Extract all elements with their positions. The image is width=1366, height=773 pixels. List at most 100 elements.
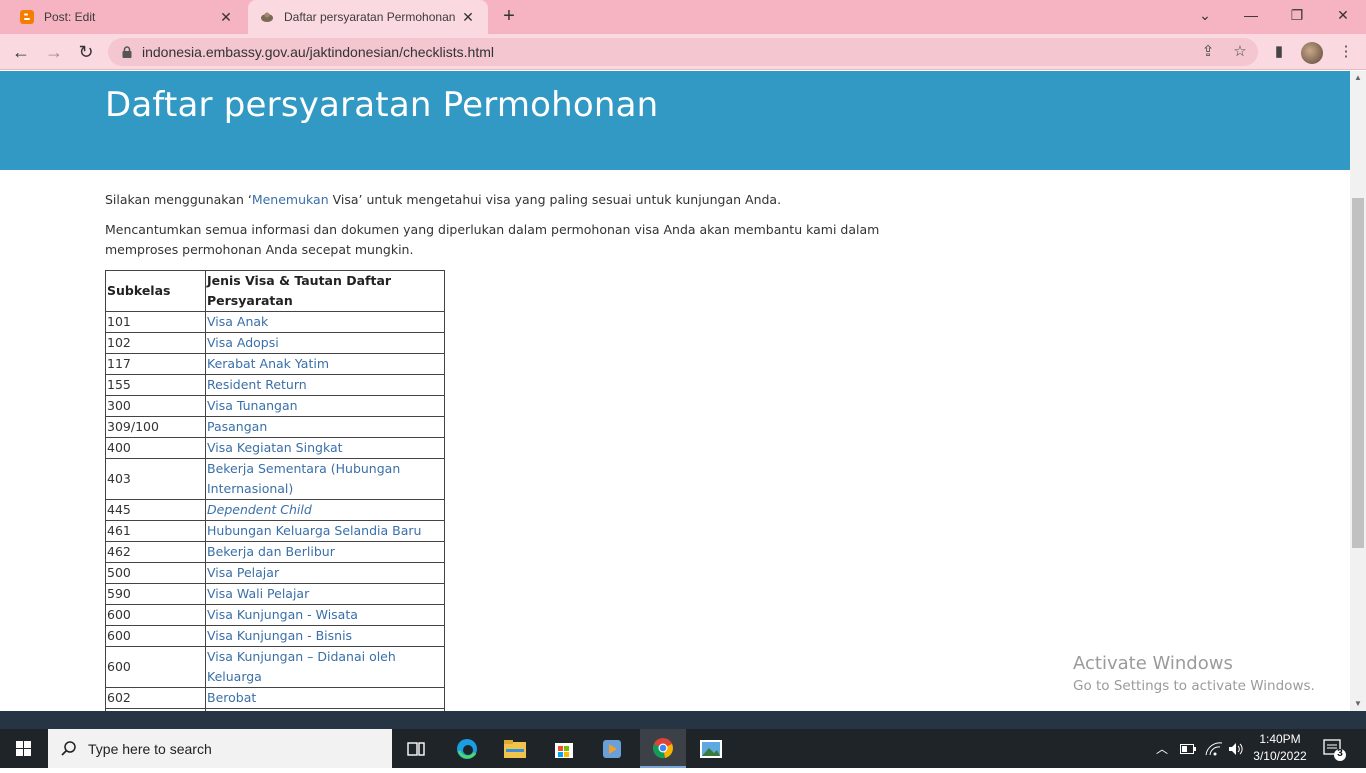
task-view-icon[interactable]	[393, 729, 439, 768]
network-icon[interactable]	[1205, 729, 1223, 768]
tab-checklists[interactable]: Daftar persyaratan Permohonan ✕	[248, 0, 488, 34]
visa-type-cell: Visa Kegiatan Singkat	[205, 437, 445, 459]
visa-type-cell: Visa Kunjungan – Didanai oleh Keluarga	[205, 646, 445, 688]
visa-checklist-link[interactable]: Visa Kunjungan - Wisata	[207, 607, 358, 622]
subclass-cell: 400	[105, 437, 206, 459]
kebab-menu-icon[interactable]: ⋮	[1336, 42, 1356, 62]
table-row: 600 Visa Kunjungan - Wisata	[105, 604, 445, 626]
forward-arrow-icon[interactable]: →	[42, 40, 66, 64]
visa-checklist-link[interactable]: Visa Anak	[207, 314, 268, 329]
restore-button[interactable]: ❐	[1274, 0, 1320, 30]
column-header-visa-type: Jenis Visa & Tautan Daftar Persyaratan	[205, 270, 445, 312]
back-arrow-icon[interactable]: ←	[9, 40, 33, 64]
edge-icon[interactable]	[444, 729, 490, 768]
visa-checklist-link[interactable]: Visa Pelajar	[207, 565, 279, 580]
visa-checklist-link[interactable]: Pasangan	[207, 419, 267, 434]
media-player-icon[interactable]	[589, 729, 635, 768]
notification-count-badge: 3	[1337, 748, 1343, 759]
table-body: 101 Visa Anak 102 Visa Adopsi 117 Kerabat Ana…	[105, 311, 445, 711]
subclass-cell: 461	[105, 520, 206, 542]
visa-type-cell: Pasangan	[205, 416, 445, 438]
bookmark-star-icon[interactable]: ☆	[1230, 42, 1250, 62]
government-crest-icon	[261, 12, 273, 22]
watermark-title: Activate Windows	[1073, 653, 1233, 674]
table-row: 117 Kerabat Anak Yatim	[105, 353, 445, 375]
table-row: 102 Visa Adopsi	[105, 332, 445, 354]
taskbar-clock[interactable]: 1:40PM 3/10/2022	[1250, 731, 1310, 765]
subclass-cell: 600	[105, 646, 206, 688]
visa-checklist-link[interactable]: Visa Tunangan	[207, 398, 298, 413]
page-title: Daftar persyaratan Permohonan	[105, 85, 659, 125]
table-row: 445 Dependent Child	[105, 499, 445, 521]
tab-post-edit[interactable]: Post: Edit ✕	[8, 0, 246, 34]
new-tab-button[interactable]: +	[498, 6, 520, 28]
share-icon[interactable]: ⇪	[1198, 42, 1218, 62]
intro-paragraph: Silakan menggunakan ‘Menemukan Visa’ unt…	[105, 192, 782, 207]
address-bar[interactable]: indonesia.embassy.gov.au/jaktindonesian/…	[108, 38, 1258, 66]
page-footer-band	[0, 711, 1366, 729]
photos-icon[interactable]	[688, 729, 734, 768]
visa-checklist-table: Subkelas Jenis Visa & Tautan Daftar Pers…	[105, 270, 445, 711]
close-window-button[interactable]: ✕	[1320, 0, 1366, 30]
microsoft-store-icon[interactable]	[541, 729, 587, 768]
scroll-up-arrow-icon[interactable]: ▲	[1350, 71, 1366, 85]
close-icon[interactable]: ✕	[460, 9, 476, 26]
tab-strip: Post: Edit ✕ Daftar persyaratan Permohon…	[0, 0, 1366, 34]
volume-icon[interactable]	[1228, 729, 1246, 768]
side-panel-icon[interactable]: ▮	[1269, 42, 1289, 62]
table-header-row: Subkelas Jenis Visa & Tautan Daftar Pers…	[105, 270, 445, 312]
subclass-cell: 155	[105, 374, 206, 396]
blogger-icon	[20, 10, 34, 24]
table-row: 400 Visa Kegiatan Singkat	[105, 437, 445, 459]
subclass-cell: 117	[105, 353, 206, 375]
visa-type-cell: Resident Return	[205, 374, 445, 396]
visa-checklist-link[interactable]: Hubungan Keluarga Selandia Baru	[207, 523, 421, 538]
start-button[interactable]	[0, 729, 48, 768]
profile-avatar[interactable]	[1301, 42, 1323, 64]
table-row: 403 Bekerja Sementara (Hubungan Internasi…	[105, 458, 445, 500]
minimize-button[interactable]: —	[1228, 0, 1274, 30]
visa-checklist-link[interactable]: Berobat	[207, 690, 256, 705]
info-paragraph: Mencantumkan semua informasi dan dokumen…	[105, 222, 880, 257]
visa-type-cell: Berobat	[205, 687, 445, 709]
tab-search-chevron-icon[interactable]: ⌄	[1182, 0, 1228, 30]
visa-checklist-link[interactable]: Bekerja Sementara (Hubungan Internasiona…	[207, 461, 400, 496]
browser-toolbar: ← → ↻ indonesia.embassy.gov.au/jaktindon…	[0, 34, 1366, 70]
subclass-cell: 403	[105, 458, 206, 500]
taskbar-search-box[interactable]: Type here to search	[48, 729, 392, 768]
show-hidden-icons-chevron[interactable]: ︿	[1156, 729, 1168, 768]
visa-type-cell: Visa Anak	[205, 311, 445, 333]
visa-checklist-link[interactable]: Visa Kunjungan - Bisnis	[207, 628, 352, 643]
visa-type-cell: Hubungan Keluarga Selandia Baru	[205, 520, 445, 542]
scrollbar-thumb[interactable]	[1352, 198, 1364, 548]
subclass-cell: 500	[105, 562, 206, 584]
scroll-down-arrow-icon[interactable]: ▼	[1350, 697, 1366, 711]
column-header-subclass: Subkelas	[105, 270, 206, 312]
search-icon	[61, 740, 76, 756]
visa-checklist-link[interactable]: Resident Return	[207, 377, 307, 392]
visa-checklist-link[interactable]: Bekerja dan Berlibur	[207, 544, 335, 559]
visa-checklist-link[interactable]: Visa Kegiatan Singkat	[207, 440, 343, 455]
reload-icon[interactable]: ↻	[74, 40, 98, 64]
close-icon[interactable]: ✕	[218, 9, 234, 26]
battery-icon[interactable]	[1180, 729, 1196, 768]
file-explorer-icon[interactable]	[492, 729, 538, 768]
page-banner: Daftar persyaratan Permohonan	[0, 71, 1350, 170]
chrome-icon[interactable]	[640, 729, 686, 768]
visa-checklist-link[interactable]: Dependent Child	[207, 502, 312, 517]
table-row: 602 Berobat	[105, 687, 445, 709]
visa-type-cell: Bekerja dan Berlibur	[205, 541, 445, 563]
visa-type-cell: Kerabat Anak Yatim	[205, 353, 445, 375]
table-row: 309/100 Pasangan	[105, 416, 445, 438]
action-center-button[interactable]: 3	[1322, 737, 1346, 761]
visa-type-cell: Visa Wali Pelajar	[205, 583, 445, 605]
find-visa-link[interactable]: Menemukan	[252, 192, 329, 207]
page-scrollbar[interactable]: ▲ ▼	[1350, 71, 1366, 711]
visa-checklist-link[interactable]: Visa Adopsi	[207, 335, 279, 350]
subclass-cell: 300	[105, 395, 206, 417]
windows-taskbar: Type here to search ︿ 1:40PM 3/10/2022 3	[0, 729, 1366, 768]
visa-checklist-link[interactable]: Visa Wali Pelajar	[207, 586, 309, 601]
visa-checklist-link[interactable]: Kerabat Anak Yatim	[207, 356, 329, 371]
visa-checklist-link[interactable]: Visa Kunjungan – Didanai oleh Keluarga	[207, 649, 396, 684]
visa-type-cell: Bekerja Sementara (Hubungan Internasiona…	[205, 458, 445, 500]
